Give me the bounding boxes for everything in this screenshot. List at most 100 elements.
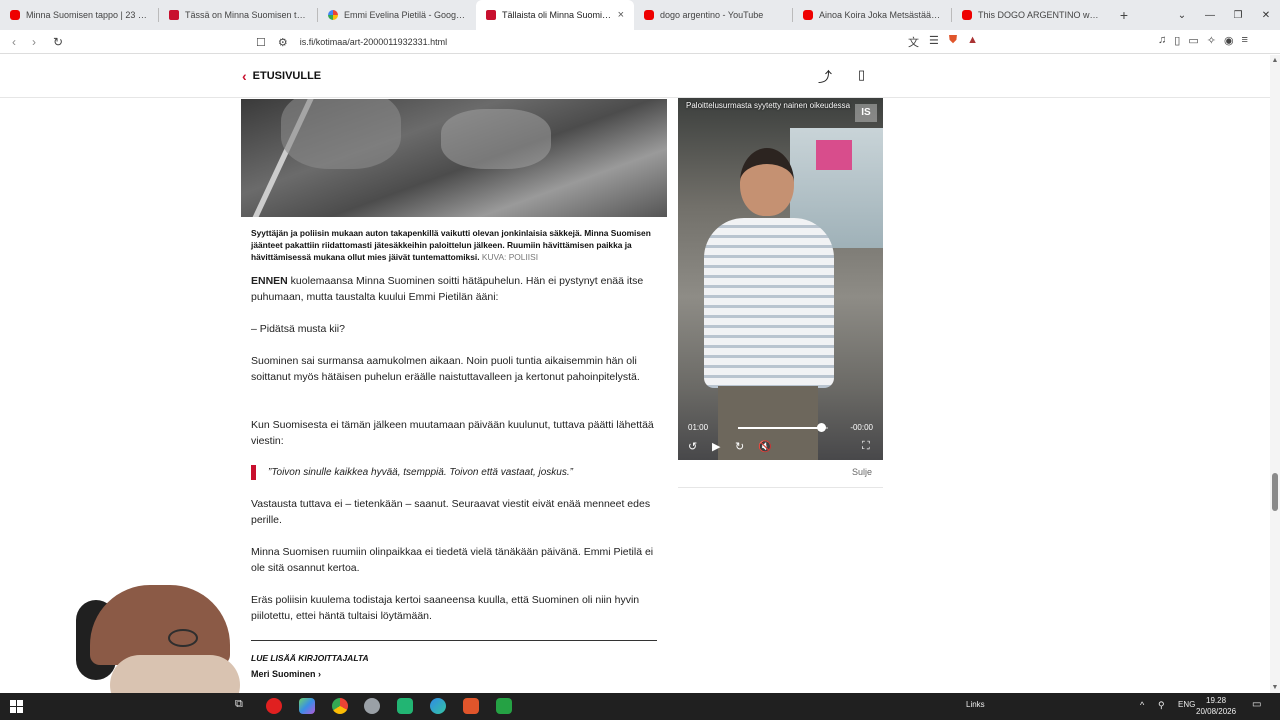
window-controls: ⌄ — ❐ ✕ [1168,0,1280,30]
video-progress-track[interactable] [738,427,828,429]
paragraph: Kun Suomisesta ei tämän jälkeen muutamaa… [251,419,654,447]
photo-detail [281,99,401,169]
address-bar[interactable]: ☐ ⚙ is.fi/kotimaa/art-2000011932331.html [256,32,996,52]
quote-text: ”Toivon sinulle kaikkea hyvää, tsemppiä.… [268,466,573,478]
streamer-face [110,655,240,695]
browser-tab[interactable]: This DOGO ARGENTINO was a hero | [952,0,1110,30]
photo-app-icon[interactable] [299,698,315,714]
video-scrubber-handle[interactable] [816,423,826,432]
new-tab-button[interactable]: + [1110,0,1138,30]
clock-time: 19.28 [1206,696,1227,705]
clock-date: 20/08/2026 [1196,707,1237,716]
quote-bar [251,464,256,480]
more-from-author-label: LUE LISÄÄ KIRJOITTAJALTA [251,653,369,663]
app-icon[interactable] [364,698,380,714]
scroll-up-icon[interactable]: ▲ [1270,57,1280,64]
menu-icon[interactable]: ≡ [1242,34,1248,47]
forward-10-icon[interactable]: ↻ [735,440,744,453]
brave-shield-icon[interactable]: ⛊ [949,34,957,50]
site-info-icon[interactable]: ⚙ [278,36,288,49]
clock[interactable]: 19.28 20/08/2026 [1196,695,1236,717]
browser-tab[interactable]: Ainoa Koira Joka Metsästää Puma [793,0,951,30]
video-remaining: -00:00 [850,423,873,432]
video-title: Paloittelusurmasta syytetty nainen oikeu… [686,101,851,110]
tab-title: Emmi Evelina Pietilä - Google-haku [344,10,466,20]
forward-arrow-icon[interactable]: › [24,35,44,49]
share-icon[interactable]: ⤴ [818,67,832,87]
toolbar-extensions: ♫ ▯ ▭ ✧ ◉ ≡ [1158,34,1248,47]
browser-tab-active[interactable]: Tällaista oli Minna Suomisen tu × [476,0,634,30]
back-to-front-page-link[interactable]: ‹ ETUSIVULLE [242,68,321,84]
page-scrollbar[interactable]: ▲ ▼ [1270,55,1280,693]
video-player[interactable]: Paloittelusurmasta syytetty nainen oikeu… [678,98,883,460]
youtube-favicon-icon [803,10,813,20]
close-window-icon[interactable]: ✕ [1252,10,1280,21]
bookmark-icon[interactable]: ▯ [858,67,865,83]
app-icon[interactable] [397,698,413,714]
is-favicon-icon [486,10,496,20]
start-button[interactable] [0,693,32,720]
rewind-10-icon[interactable]: ↺ [688,440,697,453]
scrollbar-thumb[interactable] [1272,473,1278,511]
mute-icon[interactable]: 🔇 [758,440,772,453]
sidebar-icon[interactable]: ▯ [1174,34,1180,47]
chrome-icon[interactable] [332,698,348,714]
edge-icon[interactable] [430,698,446,714]
translate-icon[interactable]: 文 [908,34,919,50]
author-link[interactable]: Meri Suominen › [251,669,321,679]
windows-logo-icon [9,700,23,713]
play-icon[interactable]: ▶ [712,440,720,453]
video-progress-fill [738,427,821,429]
close-tab-icon[interactable]: × [618,9,624,21]
restore-icon[interactable]: ❐ [1224,10,1252,21]
reader-mode-icon[interactable]: ☰ [929,34,939,50]
address-actions: 文 ☰ ⛊ ▲ [908,34,978,50]
tab-title: Minna Suomisen tappo | 23 röttö - [26,10,148,20]
back-arrow-icon[interactable]: ‹ [4,35,24,49]
task-view-icon[interactable]: ⧉ [235,698,243,711]
brave-icon[interactable] [463,698,479,714]
wallet-icon[interactable]: ▭ [1188,34,1198,47]
ai-icon[interactable]: ✧ [1207,34,1216,47]
tab-title: Tällaista oli Minna Suomisen tu [502,10,614,20]
browser-tab[interactable]: Emmi Evelina Pietilä - Google-haku [318,0,476,30]
tray-chevron-icon[interactable]: ^ [1140,700,1144,710]
person-head [740,148,794,216]
browser-tab[interactable]: Minna Suomisen tappo | 23 röttö - [0,0,158,30]
cap-logo [168,629,198,647]
youtube-favicon-icon [962,10,972,20]
paragraph: ENNEN kuolemaansa Minna Suominen soitti … [251,273,659,305]
reload-icon[interactable]: ↻ [48,35,68,49]
media-player-icon[interactable] [496,698,512,714]
opera-icon[interactable] [266,698,282,714]
browser-tab[interactable]: dogo argentino - YouTube [634,0,792,30]
network-icon[interactable]: ⚲ [1158,700,1165,711]
chevron-left-icon: ‹ [242,68,247,84]
divider [678,487,883,488]
article-photo [241,99,667,217]
is-logo: IS [855,104,877,122]
bookmark-page-icon[interactable]: ☐ [256,36,266,49]
brave-rewards-icon[interactable]: ▲ [967,34,978,50]
browser-tab[interactable]: Tässä on Minna Suomisen tappajat [159,0,317,30]
scroll-down-icon[interactable]: ▼ [1270,684,1280,691]
minimize-icon[interactable]: — [1196,10,1224,21]
links-toolbar[interactable]: Links [966,700,985,709]
divider [251,640,657,641]
notifications-icon[interactable]: ▭ [1252,699,1261,710]
paragraph: – Pidätsä musta kii? [251,323,345,335]
paragraph-text: kuolemaansa Minna Suominen soitti hätäpu… [251,275,644,303]
fullscreen-icon[interactable]: ⛶ [862,440,870,453]
url-text[interactable]: is.fi/kotimaa/art-2000011932331.html [300,37,447,47]
language-indicator[interactable]: ENG [1178,700,1195,709]
caption-text: Syyttäjän ja poliisin mukaan auton takap… [251,228,651,262]
youtube-favicon-icon [10,10,20,20]
media-icon[interactable]: ♫ [1158,34,1166,47]
browser-tab-strip: Minna Suomisen tappo | 23 röttö - Tässä … [0,0,1280,30]
chevron-right-icon: › [318,669,322,679]
browser-toolbar: ‹ › ↻ ☐ ⚙ is.fi/kotimaa/art-200001193233… [0,30,1280,54]
vpn-icon[interactable]: ◉ [1224,34,1234,47]
close-video-button[interactable]: Sulje [852,467,872,477]
tab-search-icon[interactable]: ⌄ [1168,10,1196,21]
quote-block: ”Toivon sinulle kaikkea hyvää, tsemppiä.… [251,464,659,480]
